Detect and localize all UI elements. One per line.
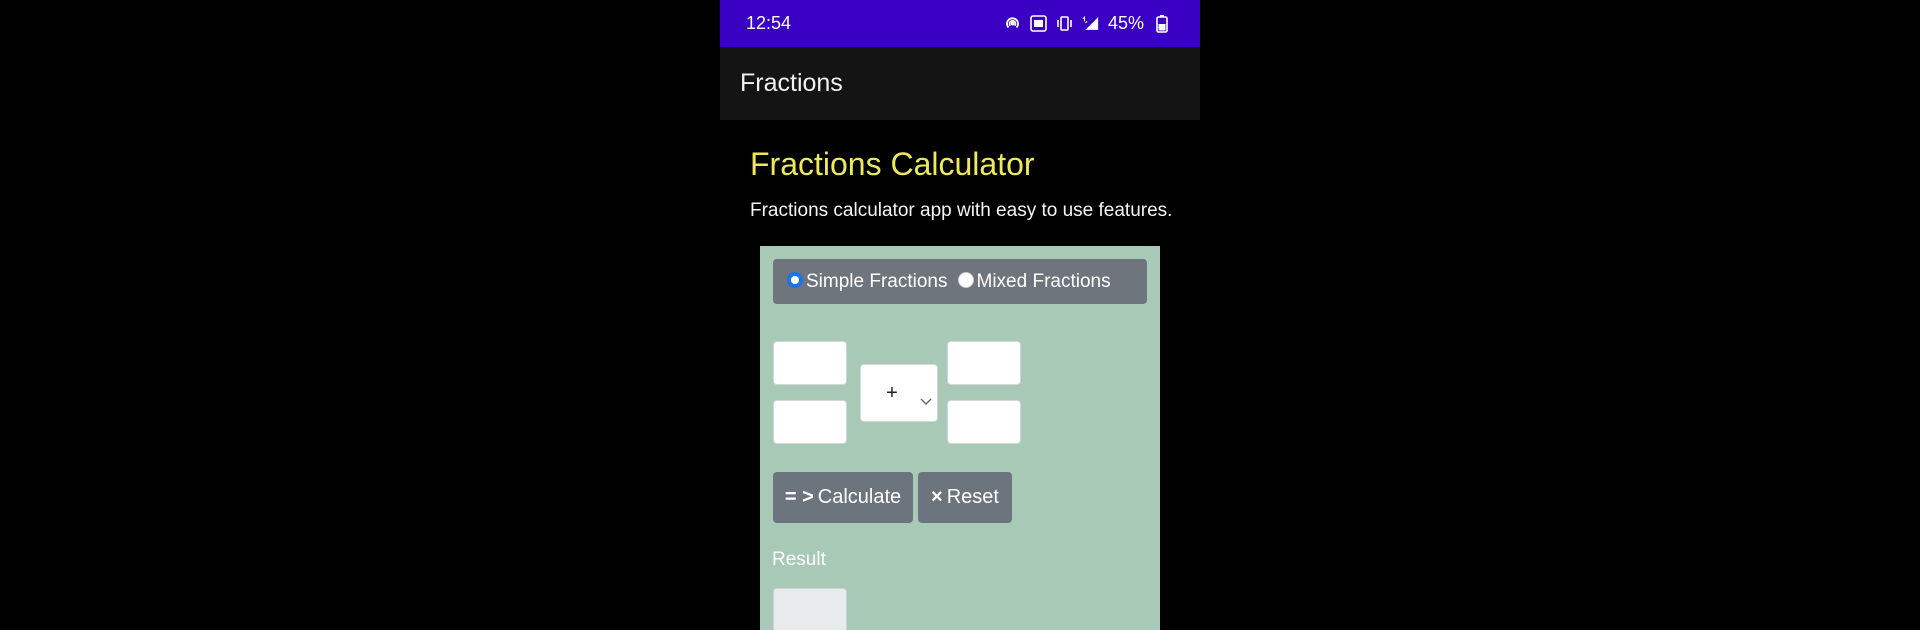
mixed-fractions-option[interactable]: Mixed Fractions	[957, 270, 1111, 293]
page-subtitle: Fractions calculator app with easy to us…	[750, 200, 1173, 221]
fraction-mode-toggle: Simple Fractions Mixed Fractions	[773, 259, 1147, 304]
close-icon: ×	[931, 486, 943, 508]
phone-screen: 12:54 45% Fractions Fractions Calculator…	[720, 0, 1200, 630]
reset-button[interactable]: × Reset	[918, 472, 1012, 523]
volte-icon	[1030, 15, 1047, 32]
numerator-1-input[interactable]	[773, 341, 847, 385]
vibrate-icon	[1056, 15, 1073, 32]
mixed-fractions-label: Mixed Fractions	[976, 270, 1111, 292]
reset-label: Reset	[946, 486, 999, 508]
operator-select[interactable]: +	[860, 364, 938, 422]
denominator-1-input[interactable]	[773, 400, 847, 444]
calculate-button[interactable]: = > Calculate	[773, 472, 913, 523]
page-heading: Fractions Calculator	[750, 146, 1035, 182]
simple-fractions-option[interactable]: Simple Fractions	[787, 271, 948, 293]
numerator-2-input[interactable]	[947, 341, 1021, 385]
app-bar: Fractions	[720, 47, 1200, 120]
denominator-2-input[interactable]	[947, 400, 1021, 444]
mixed-fractions-radio[interactable]	[957, 271, 974, 288]
hotspot-icon	[1004, 15, 1021, 32]
battery-icon	[1153, 14, 1170, 33]
calculator-card: Simple Fractions Mixed Fractions + = > C…	[760, 246, 1160, 630]
status-time: 12:54	[746, 13, 792, 33]
simple-fractions-label: Simple Fractions	[806, 270, 948, 292]
result-output	[773, 588, 847, 630]
signal-4g-icon	[1082, 15, 1099, 32]
simple-fractions-radio[interactable]	[787, 271, 803, 288]
equals-arrow-icon: = >	[784, 486, 814, 508]
status-icons: 45%	[1004, 13, 1170, 34]
app-title: Fractions	[740, 69, 843, 97]
result-label: Result	[772, 549, 826, 570]
battery-percent: 45%	[1107, 13, 1144, 33]
calculate-label: Calculate	[817, 486, 902, 508]
chevron-down-icon	[920, 389, 932, 412]
status-bar: 12:54 45%	[720, 0, 1200, 47]
operator-value: +	[886, 381, 898, 404]
